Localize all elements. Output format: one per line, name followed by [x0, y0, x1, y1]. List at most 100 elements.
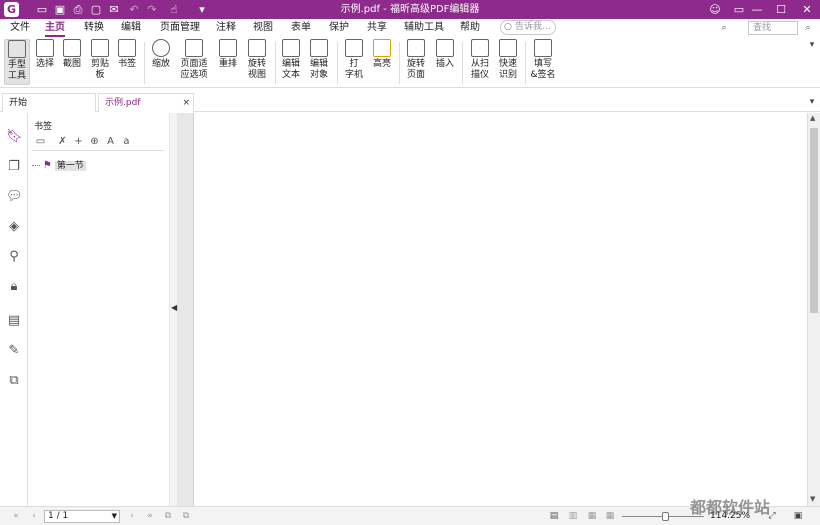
add-bookmark-icon[interactable]: + [72, 135, 85, 148]
from-scanner-button[interactable]: 从扫 描仪 [467, 39, 493, 81]
fit-page-icon [185, 39, 203, 57]
edit-text-button[interactable]: 编辑 文本 [280, 39, 302, 81]
bookmark-item[interactable]: ⚑ 第一节 [32, 159, 86, 173]
continuous-facing-view-icon[interactable]: ▦ [604, 510, 616, 522]
menu-comment[interactable]: 注释 [216, 19, 236, 37]
comments-icon[interactable]: 💬︎ [6, 189, 23, 205]
add-child-bookmark-icon[interactable]: ⊕ [88, 135, 101, 148]
tell-me-search[interactable]: ○ 告诉我... [500, 20, 556, 35]
menu-home[interactable]: 主页 [45, 19, 65, 37]
content-icon[interactable]: ▤ [6, 313, 22, 329]
collapse-bookmark-icon[interactable]: a [120, 135, 133, 148]
menu-accessibility[interactable]: 辅助工具 [404, 19, 444, 37]
facing-view-icon[interactable]: ▦ [586, 510, 598, 522]
snapshot-button[interactable]: 截图 [61, 39, 83, 70]
compare-icon[interactable]: ⧉ [6, 373, 22, 389]
typewriter-button[interactable]: 打 字机 [343, 39, 365, 81]
find-input[interactable]: 查找 [748, 21, 798, 35]
tab-document-label: 示例.pdf [105, 98, 141, 108]
prev-page-icon[interactable]: ‹ [28, 510, 40, 522]
ribbon-expand-icon[interactable]: ▾ [806, 39, 818, 51]
menu-help[interactable]: 帮助 [460, 19, 480, 37]
zoom-icon [152, 39, 170, 57]
lightbulb-icon: ○ [504, 22, 512, 32]
tab-close-icon[interactable]: × [182, 94, 190, 112]
page-thumbnails-icon[interactable]: ❐ [6, 159, 22, 175]
bookmark-options-icon[interactable]: ▭ [34, 135, 47, 148]
menu-view[interactable]: 视图 [253, 19, 273, 37]
first-page-icon[interactable]: « [10, 510, 22, 522]
ribbon-separator [144, 42, 145, 84]
panel-splitter[interactable]: ◀ [169, 113, 178, 506]
rotate-view-button[interactable]: 旋转 视图 [245, 39, 269, 81]
zoom-label: 缩放 [151, 59, 170, 69]
continuous-view-icon[interactable]: ▥ [567, 510, 579, 522]
select-button[interactable]: 选择 [34, 39, 56, 70]
scanner-icon [471, 39, 489, 57]
next-view-icon[interactable]: ⧉ [180, 510, 192, 522]
scroll-thumb[interactable] [810, 128, 818, 313]
fit-page-status-icon[interactable]: ▣ [792, 510, 804, 522]
typewriter-icon [345, 39, 363, 57]
document-page[interactable] [193, 113, 807, 506]
scroll-down-icon[interactable]: ▼ [810, 495, 815, 503]
menu-convert[interactable]: 转换 [84, 19, 104, 37]
ocr-icon [499, 39, 517, 57]
menu-protect[interactable]: 保护 [329, 19, 349, 37]
window-title: 示例.pdf - 福昕高级PDF编辑器 [340, 4, 480, 15]
find-search-icon[interactable]: ⌕ [802, 22, 814, 34]
menu-form[interactable]: 表单 [291, 19, 311, 37]
edit-object-icon [310, 39, 328, 57]
reflow-button[interactable]: 重排 [217, 39, 239, 70]
highlight-button[interactable]: 高亮 [371, 39, 393, 70]
delete-bookmark-icon[interactable]: ✗ [56, 135, 69, 148]
menu-file[interactable]: 文件 [10, 19, 30, 37]
zoom-slider-knob[interactable] [662, 512, 669, 521]
vertical-scrollbar[interactable]: ▲ ▼ [807, 113, 820, 506]
previous-view-icon[interactable]: ⧉ [162, 510, 174, 522]
tab-start[interactable]: 开始 [2, 93, 96, 112]
bookmark-toolbar: ▭ ✗ + ⊕ A a [32, 133, 164, 151]
next-page-icon[interactable]: › [126, 510, 138, 522]
quick-ocr-button[interactable]: 快速 识别 [497, 39, 519, 81]
zoom-button[interactable]: 缩放 [150, 39, 172, 70]
fill-sign-button[interactable]: 填写 &签名 [530, 39, 556, 81]
rotate-view-label: 旋转 视图 [247, 59, 266, 80]
bookmark-panel-icon[interactable]: 🔖︎ [6, 129, 23, 145]
signature-icon[interactable]: ✎ [6, 343, 22, 359]
tab-list-dropdown-icon[interactable]: ▾ [806, 96, 818, 108]
close-button[interactable]: ✕ [794, 0, 820, 19]
menu-share[interactable]: 共享 [367, 19, 387, 37]
title-bar: G ▭ ▣ ⎙ ▢ ✉ ↶ ↷ ☝ ▾ 示例.pdf - 福昕高级PDF编辑器 … [0, 0, 820, 19]
hand-tool-button[interactable]: 手型 工具 [4, 39, 30, 85]
menu-edit[interactable]: 编辑 [121, 19, 141, 37]
minimize-button[interactable]: — [744, 0, 770, 19]
fit-page-button[interactable]: 页面适 应选项 [178, 39, 210, 81]
from-scanner-label: 从扫 描仪 [470, 59, 489, 80]
find-options-icon[interactable]: ⌕ [718, 22, 730, 34]
page-dropdown-icon[interactable]: ▼ [112, 511, 117, 522]
insert-button[interactable]: 插入 [434, 39, 456, 70]
page-gutter [178, 113, 193, 506]
ribbon-separator [525, 42, 526, 84]
account-icon[interactable]: ☺ [702, 0, 728, 19]
scroll-up-icon[interactable]: ▲ [810, 114, 815, 122]
tab-start-label: 开始 [9, 98, 28, 108]
attachments-icon[interactable]: ⚲ [6, 249, 22, 265]
collapse-panel-icon[interactable]: ◀ [171, 303, 177, 312]
fit-page-label: 页面适 应选项 [180, 59, 208, 80]
hand-icon [8, 40, 26, 58]
maximize-button[interactable]: ☐ [768, 0, 794, 19]
page-number-input[interactable]: 1 / 1 ▼ [44, 510, 120, 523]
tab-document[interactable]: 示例.pdf × [98, 93, 194, 112]
single-page-view-icon[interactable]: ▤ [548, 510, 560, 522]
rotate-page-button[interactable]: 旋转 页面 [404, 39, 428, 81]
menu-page-management[interactable]: 页面管理 [160, 19, 200, 37]
edit-object-button[interactable]: 编辑 对象 [307, 39, 331, 81]
bookmark-button[interactable]: 书签 [116, 39, 138, 70]
security-lock-icon[interactable]: 🔒︎ [6, 279, 22, 295]
layers-icon[interactable]: ◈ [6, 219, 22, 235]
clipboard-button[interactable]: 剪贴 板 [89, 39, 111, 81]
expand-bookmark-icon[interactable]: A [104, 135, 117, 148]
last-page-icon[interactable]: » [144, 510, 156, 522]
